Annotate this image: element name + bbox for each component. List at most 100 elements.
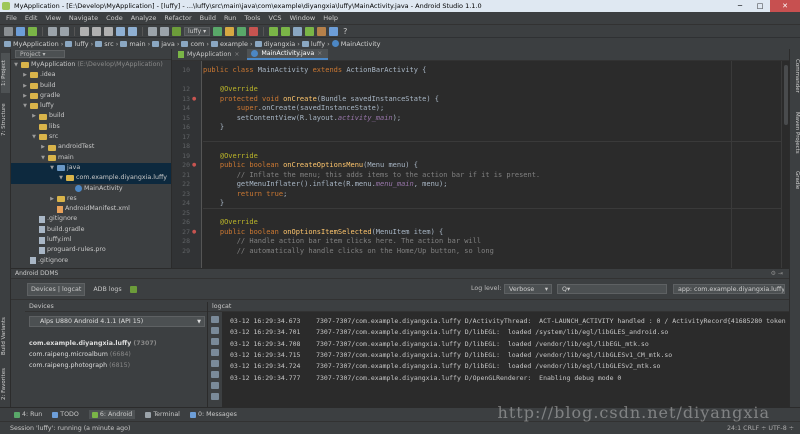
- print-icon[interactable]: [211, 371, 219, 378]
- back-icon[interactable]: [148, 26, 157, 36]
- screen-capture-icon[interactable]: [129, 285, 137, 293]
- breadcrumb-item[interactable]: MyApplication: [4, 38, 59, 50]
- tree-item[interactable]: ▶ build: [11, 81, 171, 91]
- tree-item[interactable]: .gitignore: [11, 214, 171, 224]
- expanded-arrow-icon[interactable]: ▼: [40, 153, 46, 163]
- tree-item[interactable]: ▶ androidTest: [11, 142, 171, 152]
- tree-item[interactable]: ▼ com.example.diyangxia.luffy: [11, 173, 171, 184]
- debug-icon[interactable]: [225, 26, 235, 36]
- maximize-button[interactable]: □: [750, 0, 770, 12]
- close-tab-icon[interactable]: ×: [234, 49, 239, 60]
- editor-tab[interactable]: MainActivity.java ×: [247, 49, 329, 60]
- expanded-arrow-icon[interactable]: ▼: [49, 163, 55, 173]
- menu-edit[interactable]: Edit: [25, 12, 38, 24]
- ddms-panel-controls[interactable]: ⚙ ⇥: [771, 269, 783, 279]
- tree-item[interactable]: AndroidManifest.xml: [11, 204, 171, 214]
- menu-help[interactable]: Help: [323, 12, 338, 24]
- project-structure-icon[interactable]: [293, 26, 303, 36]
- scrollbar-thumb[interactable]: [784, 65, 788, 125]
- paste-icon[interactable]: [104, 26, 113, 36]
- collapsed-arrow-icon[interactable]: ▶: [40, 142, 46, 152]
- menu-navigate[interactable]: Navigate: [69, 12, 98, 24]
- soft-wrap-icon[interactable]: [211, 360, 219, 367]
- tool-tab-terminal[interactable]: Terminal: [145, 411, 180, 418]
- collapsed-arrow-icon[interactable]: ▶: [31, 111, 37, 121]
- restart-icon[interactable]: [211, 382, 219, 389]
- clear-log-icon[interactable]: [211, 316, 219, 323]
- tool-tab-run[interactable]: 4: Run: [14, 411, 42, 418]
- menu-run[interactable]: Run: [224, 12, 236, 24]
- tree-item[interactable]: ▼ MyApplication (E:\Develop\MyApplication…: [11, 60, 171, 70]
- menu-refactor[interactable]: Refactor: [164, 12, 191, 24]
- menu-analyze[interactable]: Analyze: [131, 12, 157, 24]
- tree-item[interactable]: ▶ .idea: [11, 70, 171, 80]
- breadcrumb-item[interactable]: MainActivity: [331, 38, 381, 50]
- breadcrumb-item[interactable]: src: [95, 38, 114, 50]
- build-variants-tool-tab[interactable]: Build Variants: [1, 311, 10, 361]
- gradle-tool-tab[interactable]: Gradle: [791, 167, 800, 193]
- process-item[interactable]: com.raipeng.photograph (6815): [29, 362, 130, 369]
- breadcrumb-item[interactable]: example: [210, 38, 248, 50]
- override-marker-icon[interactable]: ●: [192, 162, 196, 168]
- editor-tab[interactable]: MyApplication ×: [174, 49, 246, 60]
- logcat-search-input[interactable]: Q▾: [557, 284, 667, 294]
- tree-item[interactable]: ▼ java: [11, 162, 171, 174]
- project-view-select[interactable]: Project ▾: [15, 50, 65, 58]
- redo-icon[interactable]: [60, 26, 69, 36]
- scroll-to-end-icon[interactable]: [211, 327, 219, 334]
- tree-item[interactable]: ▶ gradle: [11, 91, 171, 101]
- sync-icon[interactable]: [28, 26, 37, 36]
- code-area[interactable]: public class MainActivity extends Action…: [203, 61, 789, 268]
- cut-icon[interactable]: [80, 26, 89, 36]
- menu-build[interactable]: Build: [200, 12, 216, 24]
- run-icon[interactable]: [213, 26, 223, 36]
- collapsed-arrow-icon[interactable]: ▶: [49, 194, 55, 204]
- gradle-sync-icon[interactable]: [317, 26, 327, 36]
- minimize-button[interactable]: ─: [730, 0, 750, 12]
- menu-vcs[interactable]: VCS: [268, 12, 281, 24]
- commander-tool-tab[interactable]: Commander: [791, 55, 800, 97]
- tree-item[interactable]: ▼ main: [11, 153, 171, 163]
- breadcrumb-item[interactable]: java: [152, 38, 175, 50]
- tree-item[interactable]: MainActivity: [11, 184, 171, 194]
- maven-projects-tool-tab[interactable]: Maven Projects: [791, 105, 800, 160]
- tool-tab-todo[interactable]: TODO: [52, 411, 79, 418]
- expanded-arrow-icon[interactable]: ▼: [13, 60, 19, 70]
- tree-item[interactable]: ▶ res: [11, 194, 171, 204]
- collapsed-arrow-icon[interactable]: ▶: [22, 81, 28, 91]
- replace-icon[interactable]: [128, 26, 137, 36]
- forward-icon[interactable]: [160, 26, 169, 36]
- process-item[interactable]: com.raipeng.microalbum (6684): [29, 351, 131, 358]
- expanded-arrow-icon[interactable]: ▼: [22, 101, 28, 111]
- copy-icon[interactable]: [92, 26, 101, 36]
- log-level-select[interactable]: Verbose ▾: [504, 284, 552, 294]
- tab-devices-logcat[interactable]: Devices | logcat: [27, 282, 86, 296]
- collapsed-arrow-icon[interactable]: ▶: [22, 70, 28, 80]
- breadcrumb-item[interactable]: com: [181, 38, 204, 50]
- tree-item[interactable]: ▼ src: [11, 132, 171, 142]
- collapsed-arrow-icon[interactable]: ▶: [22, 91, 28, 101]
- override-marker-icon[interactable]: ●: [192, 96, 196, 102]
- up-stack-icon[interactable]: [211, 338, 219, 345]
- attach-debugger-icon[interactable]: [237, 26, 247, 36]
- expanded-arrow-icon[interactable]: ▼: [58, 173, 64, 183]
- help-icon[interactable]: ?: [343, 27, 347, 36]
- undo-icon[interactable]: [48, 26, 57, 36]
- run-config-select[interactable]: luffy ▾: [184, 26, 211, 36]
- tool-tab-android[interactable]: 6: Android: [88, 410, 136, 419]
- tree-item[interactable]: .gitignore: [11, 256, 171, 266]
- tree-item[interactable]: build.gradle: [11, 225, 171, 235]
- down-stack-icon[interactable]: [211, 349, 219, 356]
- override-marker-icon[interactable]: ●: [192, 229, 196, 235]
- favorites-tool-tab[interactable]: 2: Favorites: [1, 365, 10, 403]
- tree-item[interactable]: ▼ luffy: [11, 101, 171, 111]
- stop-icon[interactable]: [249, 26, 259, 36]
- close-button[interactable]: ✕: [770, 0, 800, 12]
- make-project-icon[interactable]: [172, 26, 181, 36]
- menu-view[interactable]: View: [45, 12, 60, 24]
- project-tool-tab[interactable]: 1: Project: [1, 53, 10, 93]
- menu-code[interactable]: Code: [106, 12, 123, 24]
- settings-icon[interactable]: [211, 393, 219, 400]
- tab-adb-logs[interactable]: ADB logs: [90, 284, 124, 295]
- breadcrumb-item[interactable]: main: [120, 38, 146, 50]
